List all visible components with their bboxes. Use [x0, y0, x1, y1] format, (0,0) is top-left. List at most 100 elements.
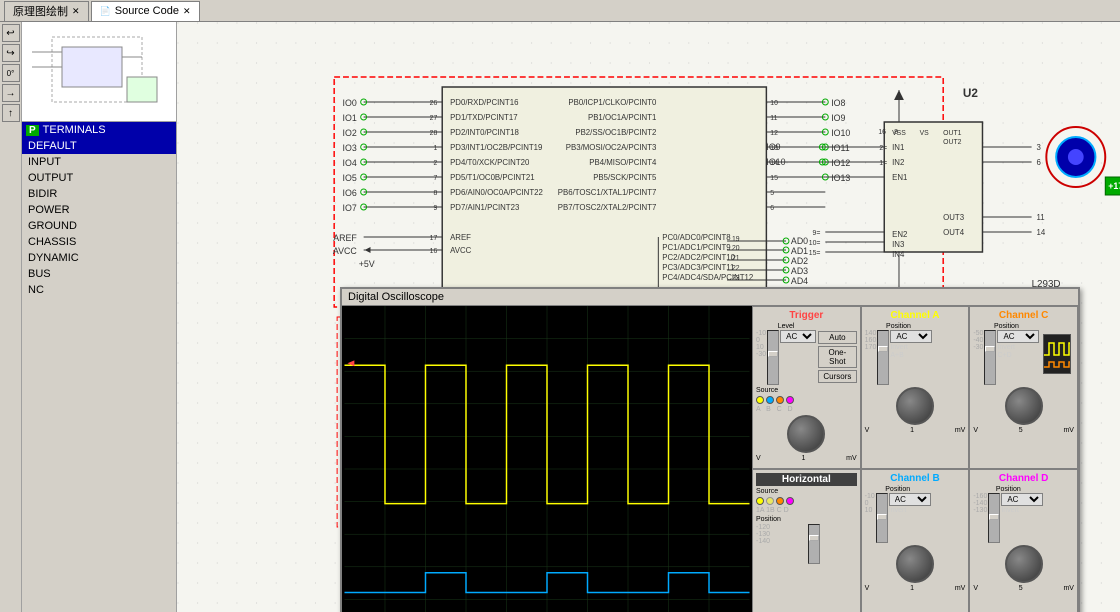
svg-text:9: 9: [433, 205, 437, 212]
right-button[interactable]: →: [2, 84, 20, 102]
svg-text:IO10: IO10: [766, 157, 785, 167]
ch-b-v-label: V: [865, 585, 870, 592]
tab-schematic-close[interactable]: ✕: [72, 6, 80, 17]
sidebar-item-output[interactable]: OUTPUT: [22, 170, 176, 186]
ch-b-knob[interactable]: [896, 545, 934, 583]
tab-source[interactable]: 📄 Source Code ✕: [91, 1, 200, 21]
sidebar-item-bus[interactable]: BUS: [22, 266, 176, 282]
trigger-ac-select[interactable]: ACDC: [780, 330, 816, 343]
ch-a-coupling[interactable]: ACDCGNDOFF: [890, 330, 932, 343]
svg-text:5: 5: [770, 190, 774, 197]
ch-d-coupling[interactable]: ACDCGNDOFF: [1001, 493, 1043, 506]
src-dot-a[interactable]: [756, 396, 764, 404]
sidebar-item-ground[interactable]: GROUND: [22, 218, 176, 234]
trigger-knob[interactable]: [787, 415, 825, 453]
channel-c-panel: Channel C Position -50-40-30: [969, 306, 1078, 469]
ch-b-pos-slider[interactable]: [876, 493, 888, 543]
ch-c-mv-label: mV: [1063, 427, 1074, 434]
undo-button[interactable]: ↩: [2, 24, 20, 42]
svg-text:10: 10: [770, 100, 778, 107]
sidebar-item-default[interactable]: DEFAULT: [22, 138, 176, 154]
src-dot-d[interactable]: [786, 396, 794, 404]
svg-text:VS: VS: [920, 130, 930, 137]
sidebar-item-nc[interactable]: NC: [22, 282, 176, 298]
horiz-dot-c[interactable]: [776, 497, 784, 505]
ch-a-knob[interactable]: [896, 387, 934, 425]
sidebar-item-dynamic[interactable]: DYNAMIC: [22, 250, 176, 266]
svg-text:AVCC: AVCC: [450, 246, 471, 255]
svg-text:PB0/ICP1/CLKO/PCINT0: PB0/ICP1/CLKO/PCINT0: [568, 98, 657, 107]
ch-c-knob[interactable]: [1005, 387, 1043, 425]
svg-text:12: 12: [770, 130, 778, 137]
ch-c-coupling[interactable]: ACDCGNDOFF: [997, 330, 1039, 343]
ch-d-pos-slider[interactable]: [988, 493, 1000, 543]
osc-title-bar: Digital Oscilloscope: [342, 289, 1078, 306]
channel-b-title: Channel B: [865, 473, 966, 484]
horiz-dot-1b[interactable]: [766, 497, 774, 505]
one-shot-button[interactable]: One-Shot: [818, 346, 857, 368]
svg-text:14: 14: [1037, 228, 1046, 237]
svg-text:2: 2: [433, 160, 437, 167]
channel-a-panel: Channel A Position 140160170: [861, 306, 970, 469]
ch-a-pos-label: Position: [886, 323, 911, 330]
trigger-source-labels: A B C D: [756, 406, 857, 413]
svg-text:21: 21: [732, 255, 740, 262]
horiz-pos-label: Position: [756, 516, 857, 523]
src-dot-c[interactable]: [776, 396, 784, 404]
osc-controls: Trigger Level -10010-30: [752, 306, 1078, 612]
svg-text:PB4/MISO/PCINT4: PB4/MISO/PCINT4: [589, 158, 657, 167]
svg-text:28: 28: [430, 130, 438, 137]
tab-bar: 原理图绘制 ✕ 📄 Source Code ✕: [0, 0, 1120, 22]
svg-text:IO7: IO7: [343, 203, 357, 213]
svg-text:+174: +174: [1108, 181, 1120, 191]
sidebar-item-bidir[interactable]: BIDIR: [22, 186, 176, 202]
channel-a-title: Channel A: [865, 310, 966, 321]
svg-text:IO11: IO11: [831, 143, 850, 153]
svg-text:6: 6: [1037, 158, 1042, 167]
sidebar-badge: P: [26, 125, 39, 136]
svg-text:IO0: IO0: [343, 98, 357, 108]
svg-text:27: 27: [430, 115, 438, 122]
redo-button[interactable]: ↪: [2, 44, 20, 62]
ch-b-coupling[interactable]: ACDCGNDOFF: [889, 493, 931, 506]
left-toolbar: ↩ ↪ 0° → ↑: [0, 22, 22, 612]
ch-b-mv-label: mV: [955, 585, 966, 592]
svg-text:AREF: AREF: [450, 233, 471, 242]
up-button[interactable]: ↑: [2, 104, 20, 122]
tab-source-close[interactable]: ✕: [183, 6, 191, 17]
rotate-button[interactable]: 0°: [2, 64, 20, 82]
src-dot-b[interactable]: [766, 396, 774, 404]
svg-text:PB6/TOSC1/XTAL1/PCINT7: PB6/TOSC1/XTAL1/PCINT7: [558, 188, 657, 197]
canvas-area[interactable]: IO0 IO1 IO2 IO3 IO4 IO5 IO6 IO7 26 27 28…: [177, 22, 1120, 612]
horiz-dot-a[interactable]: [756, 497, 764, 505]
ch-a-pos-slider[interactable]: [877, 330, 889, 385]
ch-c-pos-label: Position: [994, 323, 1019, 330]
sidebar-item-chassis[interactable]: CHASSIS: [22, 234, 176, 250]
svg-text:AREF: AREF: [333, 233, 357, 243]
ch-d-knob[interactable]: [1005, 545, 1043, 583]
svg-text:IO6: IO6: [343, 188, 357, 198]
svg-text:IO3: IO3: [343, 143, 357, 153]
ch-d-v-label: V: [973, 585, 978, 592]
horiz-pos-slider[interactable]: [808, 524, 820, 564]
svg-text:IO5: IO5: [343, 173, 357, 183]
oscilloscope: Digital Oscilloscope: [340, 287, 1080, 612]
cursors-button[interactable]: Cursors: [818, 370, 857, 383]
level-slider[interactable]: [767, 330, 779, 385]
svg-text:11: 11: [770, 115, 777, 122]
tab-source-label: Source Code: [115, 5, 179, 17]
svg-text:PD2/INT0/PCINT18: PD2/INT0/PCINT18: [450, 128, 519, 137]
sidebar-item-power[interactable]: POWER: [22, 202, 176, 218]
auto-button[interactable]: Auto: [818, 331, 857, 344]
tab-source-icon: 📄: [100, 6, 111, 17]
horiz-dot-d[interactable]: [786, 497, 794, 505]
svg-text:19: 19: [732, 236, 740, 243]
ch-c-pos-slider[interactable]: [984, 330, 996, 385]
sidebar-item-input[interactable]: INPUT: [22, 154, 176, 170]
ch-a-invert: Invert: [890, 344, 932, 351]
svg-text:IN2: IN2: [892, 158, 904, 167]
ch-d-mv-label: mV: [1063, 585, 1074, 592]
svg-text:8: 8: [433, 190, 437, 197]
tab-schematic[interactable]: 原理图绘制 ✕: [4, 1, 89, 21]
ch-c-v-label: V: [973, 427, 978, 434]
